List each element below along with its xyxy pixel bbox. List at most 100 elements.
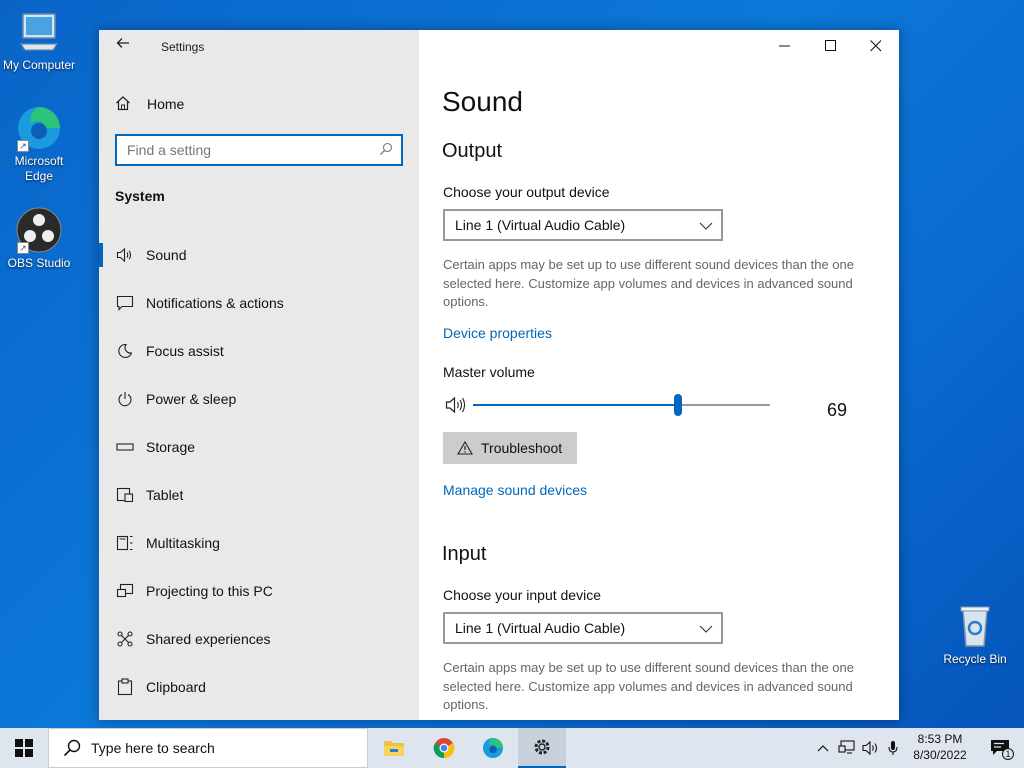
- main-content: Sound Output Choose your output device L…: [419, 30, 899, 720]
- volume-speaker-icon[interactable]: [445, 396, 467, 419]
- manage-sound-devices-link[interactable]: Manage sound devices: [443, 482, 587, 498]
- sidebar-item-label: Clipboard: [146, 679, 206, 695]
- settings-search-input[interactable]: [117, 136, 367, 164]
- sidebar-item-label: Notifications & actions: [146, 295, 284, 311]
- maximize-icon: [825, 40, 836, 51]
- minimize-button[interactable]: [762, 30, 808, 62]
- clock-date: 8/30/2022: [913, 748, 967, 762]
- desktop-icon-microsoft-edge[interactable]: ↗ Microsoft Edge: [0, 104, 78, 184]
- show-hidden-icons-button[interactable]: [812, 728, 834, 768]
- shortcut-arrow-icon: ↗: [17, 140, 29, 152]
- input-device-value: Line 1 (Virtual Audio Cable): [455, 620, 626, 636]
- tablet-icon: [115, 485, 135, 505]
- taskbar-search-box[interactable]: Type here to search: [48, 728, 368, 768]
- sidebar-item-tablet[interactable]: Tablet: [99, 471, 419, 519]
- maximize-button[interactable]: [808, 30, 854, 62]
- desktop-icon-obs-studio[interactable]: ↗ OBS Studio: [0, 206, 78, 271]
- taskbar-chrome[interactable]: [420, 728, 468, 768]
- device-properties-link[interactable]: Device properties: [443, 325, 552, 341]
- close-button[interactable]: [853, 30, 899, 62]
- close-icon: [870, 40, 882, 52]
- sidebar-item-power-sleep[interactable]: Power & sleep: [99, 375, 419, 423]
- taskbar-settings[interactable]: [518, 728, 566, 768]
- clock-time: 8:53 PM: [917, 732, 963, 746]
- minimize-icon: [779, 45, 790, 47]
- sidebar-item-projecting[interactable]: Projecting to this PC: [99, 567, 419, 615]
- output-device-value: Line 1 (Virtual Audio Cable): [455, 217, 626, 233]
- sidebar-item-multitasking[interactable]: Multitasking: [99, 519, 419, 567]
- volume-icon: [862, 741, 878, 755]
- sidebar-item-sound[interactable]: Sound: [99, 231, 419, 279]
- windows-logo-icon: [15, 739, 33, 757]
- input-device-dropdown[interactable]: Line 1 (Virtual Audio Cable): [443, 612, 723, 644]
- warning-icon: [457, 441, 473, 455]
- sidebar-nav: Sound Notifications & actions Focus assi…: [99, 231, 419, 711]
- sidebar-section-title: System: [115, 188, 165, 204]
- search-icon[interactable]: [379, 142, 393, 161]
- shared-icon: [115, 629, 135, 649]
- search-icon: [63, 739, 81, 757]
- master-volume-slider[interactable]: [443, 392, 863, 418]
- taskbar-clock[interactable]: 8:53 PM 8/30/2022: [902, 731, 978, 763]
- window-title: Settings: [161, 40, 205, 54]
- folder-icon: [384, 741, 404, 756]
- start-button[interactable]: [0, 728, 48, 768]
- taskbar-edge[interactable]: [469, 728, 517, 768]
- desktop-icon-recycle-bin[interactable]: Recycle Bin: [936, 602, 1014, 667]
- chevron-down-icon: [699, 219, 713, 235]
- sidebar-item-label: Home: [147, 96, 185, 112]
- clipboard-icon: [115, 677, 135, 697]
- microphone-button[interactable]: [884, 728, 902, 768]
- moon-icon: [115, 341, 135, 361]
- sidebar: Settings Home System Sound: [99, 30, 419, 720]
- desktop-icon-label: OBS Studio: [7, 256, 71, 270]
- input-device-label: Choose your input device: [443, 587, 601, 603]
- edge-icon: [483, 738, 503, 758]
- sidebar-item-shared-experiences[interactable]: Shared experiences: [99, 615, 419, 663]
- volume-button[interactable]: [860, 728, 882, 768]
- sidebar-item-label: Storage: [146, 439, 196, 455]
- troubleshoot-label: Troubleshoot: [481, 440, 563, 456]
- sidebar-item-focus-assist[interactable]: Focus assist: [99, 327, 419, 375]
- back-button[interactable]: [113, 36, 133, 56]
- speaker-icon: [115, 245, 135, 265]
- sidebar-item-home[interactable]: Home: [115, 94, 184, 114]
- input-description: Certain apps may be set up to use differ…: [443, 660, 854, 712]
- sidebar-item-label: Tablet: [146, 487, 184, 503]
- back-arrow-icon: [116, 38, 129, 48]
- settings-search-box[interactable]: [115, 134, 403, 166]
- sidebar-item-label: Projecting to this PC: [146, 583, 273, 599]
- action-center-button[interactable]: 1: [980, 728, 1020, 768]
- network-button[interactable]: [836, 728, 858, 768]
- output-description: Certain apps may be set up to use differ…: [443, 257, 854, 309]
- output-heading: Output: [442, 140, 503, 162]
- desktop-icon-my-computer[interactable]: My Computer: [0, 8, 78, 73]
- desktop-icon-label: Microsoft Edge: [14, 154, 64, 183]
- chevron-up-icon: [817, 745, 829, 752]
- edge-icon: ↗: [15, 104, 63, 152]
- master-volume-label: Master volume: [443, 364, 535, 380]
- slider-fill: [473, 404, 678, 406]
- chevron-down-icon: [699, 622, 713, 638]
- chrome-icon: [433, 738, 455, 759]
- power-icon: [115, 389, 135, 409]
- notification-count-badge: 1: [1002, 748, 1014, 760]
- notification-icon: 1: [990, 739, 1014, 760]
- sidebar-item-storage[interactable]: Storage: [99, 423, 419, 471]
- sidebar-item-clipboard[interactable]: Clipboard: [99, 663, 419, 711]
- troubleshoot-button[interactable]: Troubleshoot: [443, 432, 577, 464]
- taskbar: Type here to search 8:53 PM 8/30/2022 1: [0, 728, 1024, 768]
- input-heading: Input: [442, 543, 487, 565]
- sidebar-item-label: Sound: [146, 247, 187, 263]
- microphone-icon: [888, 741, 898, 755]
- taskbar-search-placeholder: Type here to search: [91, 740, 215, 756]
- recycle-bin-icon: [951, 602, 999, 650]
- home-icon: [115, 95, 135, 114]
- multitasking-icon: [115, 533, 135, 553]
- taskbar-file-explorer[interactable]: [370, 728, 418, 768]
- output-device-dropdown[interactable]: Line 1 (Virtual Audio Cable): [443, 209, 723, 241]
- slider-thumb[interactable]: [673, 394, 682, 416]
- sidebar-item-label: Focus assist: [146, 343, 224, 359]
- settings-window: Settings Home System Sound: [99, 30, 899, 720]
- sidebar-item-notifications[interactable]: Notifications & actions: [99, 279, 419, 327]
